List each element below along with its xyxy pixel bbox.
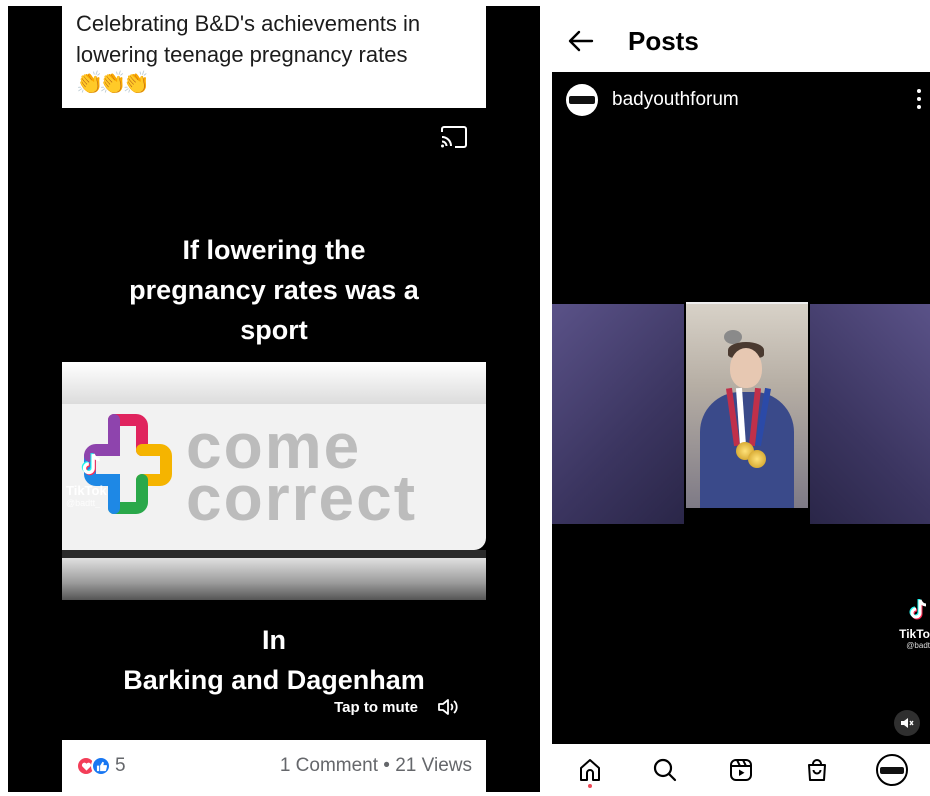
medal-icon <box>748 450 766 468</box>
caption-line-1: Celebrating B&D's achievements in <box>76 11 421 36</box>
speaker-icon <box>438 699 458 715</box>
reaction-count: 5 <box>115 755 126 776</box>
more-options-icon[interactable] <box>916 88 922 110</box>
nav-search[interactable] <box>645 750 685 790</box>
tiktok-note-icon <box>909 599 927 620</box>
facebook-video-post: Celebrating B&D's achievements in loweri… <box>8 6 540 792</box>
mute-label: Tap to mute <box>334 698 418 716</box>
post-engagement-bar: 5 1 Comment • 21 Views <box>62 740 486 792</box>
headline-line-1: If lowering the <box>182 235 366 265</box>
reaction-icons <box>76 756 111 776</box>
tiktok-note-icon <box>81 453 100 476</box>
in-line-2: Barking and Dagenham <box>123 665 425 695</box>
tiktok-label: TikTo <box>899 627 930 641</box>
video-blurred-background-right <box>810 304 930 524</box>
author-username[interactable]: badyouthforum <box>612 89 739 111</box>
instagram-header: Posts <box>552 10 930 72</box>
cast-icon[interactable] <box>440 126 468 148</box>
clapping-hands-emoji: 👏👏👏 <box>76 70 150 95</box>
tiktok-watermark: TikTo @badt <box>890 598 930 650</box>
video-frame-top <box>62 362 486 404</box>
nav-reels[interactable] <box>721 750 761 790</box>
comments-views-count[interactable]: 1 Comment • 21 Views <box>280 755 472 777</box>
video-location-text: In Barking and Dagenham <box>8 620 540 700</box>
tap-to-mute-button[interactable]: Tap to mute <box>334 694 460 720</box>
bottom-navigation <box>552 744 930 796</box>
logo-word-correct: correct <box>186 462 417 534</box>
profile-avatar <box>876 754 909 786</box>
tiktok-watermark: TikTok @badtt_ <box>66 452 136 508</box>
caption-line-2: lowering teenage pregnancy rates <box>76 42 408 67</box>
muted-speaker-icon[interactable] <box>894 710 920 736</box>
video-headline: If lowering the pregnancy rates was a sp… <box>8 230 540 350</box>
like-reaction-icon <box>91 756 111 776</box>
home-icon <box>579 759 600 781</box>
video-frame-bottom <box>62 558 486 600</box>
page-title: Posts <box>628 25 699 56</box>
banner-shadow <box>62 550 486 558</box>
tiktok-handle: @badt <box>906 641 930 650</box>
tiktok-label: TikTok <box>66 483 107 498</box>
shop-icon <box>807 759 826 781</box>
nav-profile[interactable] <box>872 750 912 790</box>
notification-dot <box>587 784 592 788</box>
author-avatar[interactable] <box>566 84 598 116</box>
post-caption: Celebrating B&D's achievements in loweri… <box>62 6 486 108</box>
headline-line-2: pregnancy rates was a <box>129 275 419 305</box>
post-author[interactable]: badyouthforum <box>566 84 739 116</box>
headline-line-3: sport <box>240 315 308 345</box>
in-line-1: In <box>262 625 286 655</box>
instagram-video-post: badyouthforum TikTo @badt <box>552 72 930 744</box>
video-frame-person-with-medals[interactable] <box>686 302 808 508</box>
screenshot-collage: Celebrating B&D's achievements in loweri… <box>0 0 930 796</box>
search-icon <box>654 758 677 782</box>
video-blurred-background-left <box>552 304 684 524</box>
reactions-summary[interactable]: 5 <box>76 755 126 777</box>
tiktok-handle: @badtt_ <box>66 498 101 508</box>
nav-shop[interactable] <box>797 750 837 790</box>
reels-icon <box>729 759 752 781</box>
instagram-post-view: Posts badyouthforum TikTo @badt <box>552 10 930 796</box>
back-arrow-icon[interactable] <box>566 26 596 56</box>
nav-home[interactable] <box>570 750 610 790</box>
